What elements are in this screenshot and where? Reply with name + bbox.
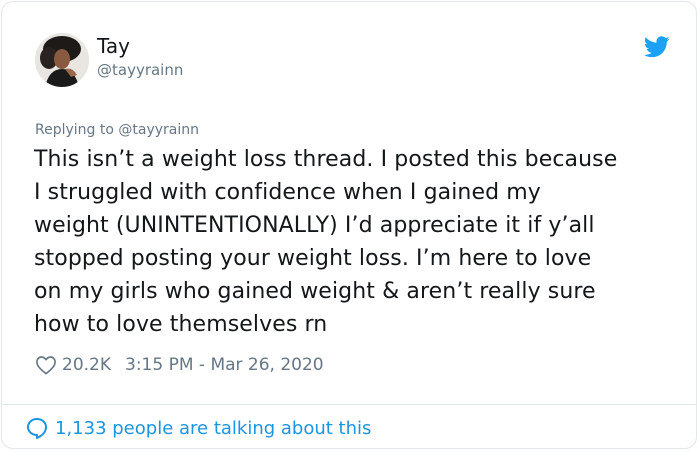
tweet-line: stopped posting your weight loss. I’m he…: [34, 246, 592, 271]
twitter-bird-icon[interactable]: [644, 36, 670, 58]
divider: [2, 404, 696, 405]
replying-to: Replying to @tayyrainn: [35, 122, 199, 138]
tweet-line: weight (UNINTENTIONALLY) I’d appreciate …: [34, 213, 595, 238]
conversation-text[interactable]: 1,133 people are talking about this: [55, 418, 371, 439]
avatar-image: [35, 33, 89, 87]
replying-to-mention[interactable]: @tayyrainn: [118, 122, 199, 138]
tweet-line: This isn’t a weight loss thread. I poste…: [34, 147, 618, 172]
tweet-text: This isn’t a weight loss thread. I poste…: [34, 143, 674, 341]
avatar[interactable]: [35, 33, 89, 87]
tweet-card: Tay @tayyrainn Replying to @tayyrainn Th…: [1, 1, 697, 449]
tweet-meta: 20.2K 3:15 PM - Mar 26, 2020: [35, 353, 324, 377]
speech-bubble-icon: [27, 418, 47, 439]
author-name[interactable]: Tay: [97, 34, 130, 58]
tweet-line: how to love themselves rn: [34, 312, 328, 337]
tweet-line: I struggled with confidence when I gaine…: [34, 180, 541, 205]
tweet-timestamp[interactable]: 3:15 PM - Mar 26, 2020: [125, 355, 324, 375]
tweet-line: on my girls who gained weight & aren’t r…: [34, 279, 596, 304]
conversation-link[interactable]: 1,133 people are talking about this: [25, 416, 371, 440]
like-count[interactable]: 20.2K: [62, 355, 111, 375]
heart-outline-icon[interactable]: [35, 355, 57, 375]
author-handle[interactable]: @tayyrainn: [97, 61, 183, 79]
replying-to-label: Replying to: [35, 122, 114, 138]
